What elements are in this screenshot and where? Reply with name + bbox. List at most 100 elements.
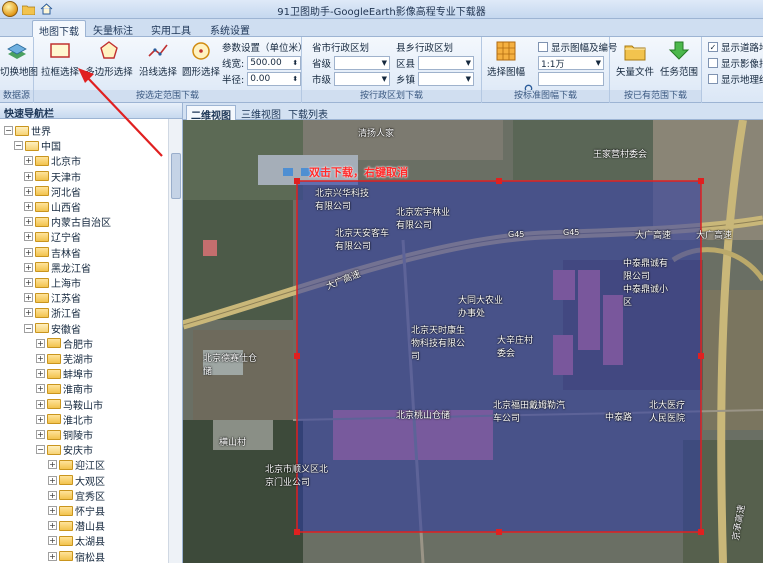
tree-node[interactable]: + 合肥市 xyxy=(36,336,93,351)
tree-node[interactable]: + 大观区 xyxy=(48,473,105,488)
tree-node[interactable]: + 淮北市 xyxy=(36,412,93,427)
expand-icon[interactable]: + xyxy=(24,202,33,211)
tree-node[interactable]: + 淮南市 xyxy=(36,381,93,396)
expand-icon[interactable]: + xyxy=(24,278,33,287)
tree-node[interactable]: − 安庆市 xyxy=(36,442,93,457)
tree-node[interactable]: + 河北省 xyxy=(24,184,81,199)
folder-icon xyxy=(35,307,49,318)
show-sheet-checkbox[interactable] xyxy=(538,42,548,52)
tab-system-settings[interactable]: 系统设置 xyxy=(204,20,256,37)
expand-icon[interactable]: + xyxy=(24,262,33,272)
expand-icon[interactable]: + xyxy=(36,338,45,348)
expand-icon[interactable]: + xyxy=(24,308,33,318)
county-select[interactable]: ▼ xyxy=(418,56,475,70)
expand-icon[interactable]: + xyxy=(36,414,45,424)
tab-3d-view[interactable]: 三维视图 xyxy=(237,105,285,121)
expand-icon[interactable]: + xyxy=(48,521,57,531)
tree-node[interactable]: + 潜山县 xyxy=(48,518,105,533)
tree-node-label: 芜湖市 xyxy=(63,355,93,366)
sheet-number-input[interactable] xyxy=(538,72,604,86)
tree-node[interactable]: − 中国 xyxy=(14,138,61,153)
collapse-icon[interactable]: − xyxy=(4,126,13,135)
tree-node[interactable]: + 宜秀区 xyxy=(48,488,105,503)
tree-node-label: 宜秀区 xyxy=(75,491,105,503)
expand-icon[interactable]: + xyxy=(48,460,57,470)
radius-input[interactable]: 0.00 ⬍ xyxy=(247,72,302,86)
tab-map-download[interactable]: 地图下载 xyxy=(32,20,86,38)
line-select-button[interactable]: 沿线选择 xyxy=(138,40,178,78)
tree-node[interactable]: + 芜湖市 xyxy=(36,351,93,366)
scrollbar-thumb[interactable] xyxy=(171,153,181,199)
expand-icon[interactable]: + xyxy=(48,536,57,546)
expand-icon[interactable]: + xyxy=(36,430,45,439)
tree-node[interactable]: + 上海市 xyxy=(24,275,81,290)
select-sheet-button[interactable]: 选择图幅 xyxy=(484,40,528,78)
collapse-icon[interactable]: − xyxy=(36,445,45,455)
expand-icon[interactable]: + xyxy=(36,369,45,379)
tree-node[interactable]: + 辽宁省 xyxy=(24,229,81,244)
tree-node[interactable]: + 黑龙江省 xyxy=(24,260,91,275)
tab-vector-annotation[interactable]: 矢量标注 xyxy=(87,20,139,37)
town-select[interactable]: ▼ xyxy=(418,72,475,86)
tree-scrollbar[interactable] xyxy=(168,119,182,563)
circle-select-button[interactable]: 圆形选择 xyxy=(181,40,221,78)
scale-select[interactable]: 1:1万 ▼ xyxy=(538,56,604,70)
display-imagery-checkbox[interactable] xyxy=(708,58,718,68)
polygon-select-button[interactable]: 多边形选择 xyxy=(84,40,134,78)
tree-node-label: 宿松县 xyxy=(75,552,105,563)
expand-icon[interactable]: + xyxy=(24,186,33,196)
expand-icon[interactable]: + xyxy=(48,490,57,500)
tree-node[interactable]: − 世界 xyxy=(4,123,51,138)
collapse-icon[interactable]: − xyxy=(14,141,23,151)
tree-node[interactable]: + 浙江省 xyxy=(24,305,81,320)
folder-icon xyxy=(59,475,73,486)
expand-icon[interactable]: + xyxy=(24,156,33,166)
city-select[interactable]: ▼ xyxy=(334,72,391,86)
tree-node[interactable]: + 蚌埠市 xyxy=(36,366,93,381)
expand-icon[interactable]: + xyxy=(36,399,45,409)
tree-node[interactable]: − 安徽省 xyxy=(24,321,81,336)
tree-node[interactable]: + 山西省 xyxy=(24,199,81,214)
expand-icon[interactable]: + xyxy=(24,171,33,181)
tree-node[interactable]: + 江苏省 xyxy=(24,290,81,305)
tree-node[interactable]: + 吉林省 xyxy=(24,245,81,260)
province-select[interactable]: ▼ xyxy=(334,56,391,70)
task-range-button[interactable]: 任务范围 xyxy=(658,40,700,78)
expand-icon[interactable]: + xyxy=(24,217,33,227)
display-road-row: ✓ 显示道路地 xyxy=(708,42,763,54)
expand-icon[interactable]: + xyxy=(36,354,45,363)
tree-node[interactable]: + 迎江区 xyxy=(48,457,105,472)
collapse-icon[interactable]: − xyxy=(24,323,33,333)
expand-icon[interactable]: + xyxy=(48,506,57,515)
tab-utilities[interactable]: 实用工具 xyxy=(145,20,197,37)
tree-node[interactable]: + 天津市 xyxy=(24,169,81,184)
satellite-map[interactable]: 双击下载，右键取消 清扬人家 王家营村委会 北京兴华科技有限公司 北京宏宇林业有… xyxy=(183,120,763,563)
expand-icon[interactable]: + xyxy=(24,293,33,303)
tree-node[interactable]: + 怀宁县 xyxy=(48,503,105,518)
tab-2d-view[interactable]: 二维视图 xyxy=(186,105,236,122)
tree-node[interactable]: + 内蒙古自治区 xyxy=(24,214,111,229)
tab-download-list[interactable]: 下载列表 xyxy=(284,105,332,121)
expand-icon[interactable]: + xyxy=(24,232,33,242)
display-geo-checkbox[interactable] xyxy=(708,74,718,84)
tree-node-label: 大观区 xyxy=(75,476,105,488)
tree-node-label: 上海市 xyxy=(51,279,81,290)
map-label: 北京宏宇林业有限公司 xyxy=(396,208,451,231)
expand-icon[interactable]: + xyxy=(36,384,45,394)
tree-node[interactable]: + 马鞍山市 xyxy=(36,397,103,412)
expand-icon[interactable]: + xyxy=(24,247,33,257)
county-row: 区县 ▼ xyxy=(396,56,475,70)
vector-file-button[interactable]: 矢量文件 xyxy=(614,40,656,78)
selection-instruction: 双击下载，右键取消 xyxy=(309,166,408,179)
tree-node[interactable]: + 太湖县 xyxy=(48,533,105,548)
tree-node[interactable]: + 宿松县 xyxy=(48,549,105,563)
tree-node[interactable]: + 铜陵市 xyxy=(36,427,93,442)
switch-map-button[interactable]: 切换地图 xyxy=(0,40,38,78)
tree-node[interactable]: + 北京市 xyxy=(24,153,81,168)
expand-icon[interactable]: + xyxy=(48,475,57,485)
chevron-down-icon: ▼ xyxy=(595,59,601,67)
display-road-checkbox[interactable]: ✓ xyxy=(708,42,718,52)
expand-icon[interactable]: + xyxy=(48,551,57,561)
box-select-button[interactable]: 拉框选择 xyxy=(40,40,80,78)
line-width-input[interactable]: 500.00 ⬍ xyxy=(247,56,302,70)
